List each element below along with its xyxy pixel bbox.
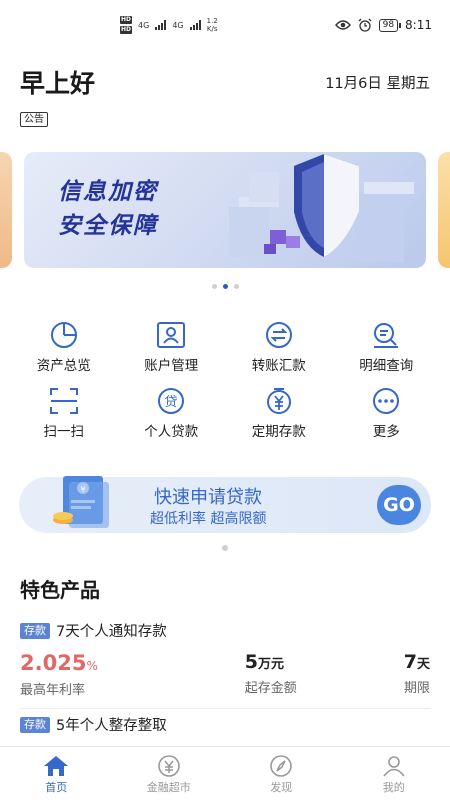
loan-promo-title: 快速申请贷款 (154, 487, 262, 508)
scan-icon (47, 386, 81, 416)
more-icon (369, 386, 403, 416)
battery-icon: 98 (378, 18, 402, 32)
tab-label: 首页 (45, 781, 68, 794)
product-rate: 2.025% (20, 651, 98, 675)
function-personal-loan[interactable]: 贷 个人贷款 (118, 386, 226, 442)
function-label: 账户管理 (144, 358, 199, 374)
detail-search-icon (369, 320, 403, 350)
product-rate-label: 最高年利率 (20, 683, 86, 698)
function-label: 个人贷款 (144, 424, 199, 440)
account-card-icon (154, 320, 188, 350)
function-account-manage[interactable]: 账户管理 (118, 320, 226, 376)
loan-promo-subtitle: 超低利率 超高限额 (150, 511, 267, 527)
featured-section-title: 特色产品 (20, 578, 100, 602)
product-term-label: 期限 (403, 681, 430, 696)
loan-card-illustration: ¥ (53, 476, 109, 528)
promo-carousel-dot (222, 545, 228, 551)
notice-button[interactable]: 公告 (20, 112, 48, 127)
network-speed: 1.2 K/s (206, 17, 218, 33)
function-label: 扫一扫 (43, 424, 85, 440)
yuan-icon (157, 755, 180, 777)
function-grid: 资产总览 账户管理 转账汇款 明细查询 扫一扫 贷 个人贷款 定期存款 更多 (10, 320, 440, 442)
function-label: 转账汇款 (251, 358, 306, 374)
function-transfer[interactable]: 转账汇款 (225, 320, 333, 376)
product-min-amount-label: 起存金额 (244, 681, 297, 696)
product-name: 5年个人整存整取 (56, 718, 167, 734)
function-label: 更多 (372, 424, 400, 440)
banner-prev-peek[interactable] (0, 152, 12, 268)
network-type-1: 4G (138, 20, 150, 30)
loan-go-button[interactable]: GO (377, 485, 421, 525)
function-asset-overview[interactable]: 资产总览 (10, 320, 118, 376)
banner-title-line2: 安全保障 (58, 213, 158, 239)
status-bar: HD HD 4G 4G 1.2 K/s 98 8:11 (0, 0, 450, 52)
function-more[interactable]: 更多 (333, 386, 441, 442)
function-detail-query[interactable]: 明细查询 (333, 320, 441, 376)
pie-chart-icon (47, 320, 81, 350)
product-min-amount: 5万元 (244, 651, 285, 673)
tab-home[interactable]: 首页 (0, 747, 113, 800)
loan-icon: 贷 (154, 386, 188, 416)
divider (20, 708, 430, 709)
product-card[interactable]: 存款 7天个人通知存款 2.025% 最高年利率 5万元 起存金额 7天 期限 (20, 620, 430, 698)
home-icon (44, 756, 69, 776)
product-card[interactable]: 存款 5年个人整存整取 (20, 714, 430, 735)
alarm-icon (358, 18, 372, 32)
eye-icon (334, 20, 351, 30)
banner-title-line1: 信息加密 (58, 179, 158, 205)
product-tag: 存款 (20, 622, 50, 639)
greeting: 早上好 (20, 69, 96, 98)
tab-finance-market[interactable]: 金融超市 (113, 747, 226, 800)
clock: 8:11 (405, 18, 432, 32)
banner-carousel[interactable]: 信息加密 安全保障 (0, 148, 450, 272)
date: 11月6日 星期五 (325, 76, 430, 92)
transfer-icon (262, 320, 296, 350)
carousel-dot-active (222, 284, 228, 289)
loan-promo-banner[interactable]: ¥ 快速申请贷款 超低利率 超高限额 GO (19, 476, 431, 533)
function-fixed-deposit[interactable]: 定期存款 (225, 386, 333, 442)
function-label: 明细查询 (359, 358, 414, 374)
svg-text:贷: 贷 (165, 395, 178, 410)
function-label: 定期存款 (251, 424, 306, 440)
tab-label: 发现 (270, 781, 293, 794)
compass-icon (270, 755, 293, 777)
hd-icon: HD HD (120, 16, 133, 34)
signal-icon (155, 20, 167, 30)
status-network: HD HD 4G 4G 1.2 K/s (120, 16, 218, 34)
banner-slide[interactable]: 信息加密 安全保障 (24, 152, 426, 268)
product-name: 7天个人通知存款 (56, 624, 167, 640)
network-type-2: 4G (172, 20, 184, 30)
carousel-indicator (0, 284, 450, 289)
function-label: 资产总览 (36, 358, 91, 374)
product-term: 7天 (403, 651, 430, 673)
deposit-icon (262, 386, 296, 416)
tab-label: 我的 (382, 781, 405, 794)
status-right: 98 8:11 (334, 18, 432, 32)
bottom-tab-bar: 首页 金融超市 发现 我的 (0, 746, 450, 800)
carousel-dot (211, 284, 217, 289)
tab-discover[interactable]: 发现 (225, 747, 338, 800)
user-icon (383, 756, 405, 777)
carousel-dot (233, 284, 239, 289)
signal-icon (189, 20, 201, 30)
svg-text:¥: ¥ (80, 485, 85, 494)
tab-mine[interactable]: 我的 (338, 747, 450, 800)
product-tag: 存款 (20, 716, 50, 733)
banner-next-peek[interactable] (438, 152, 450, 268)
function-scan[interactable]: 扫一扫 (10, 386, 118, 442)
tab-label: 金融超市 (146, 781, 191, 794)
